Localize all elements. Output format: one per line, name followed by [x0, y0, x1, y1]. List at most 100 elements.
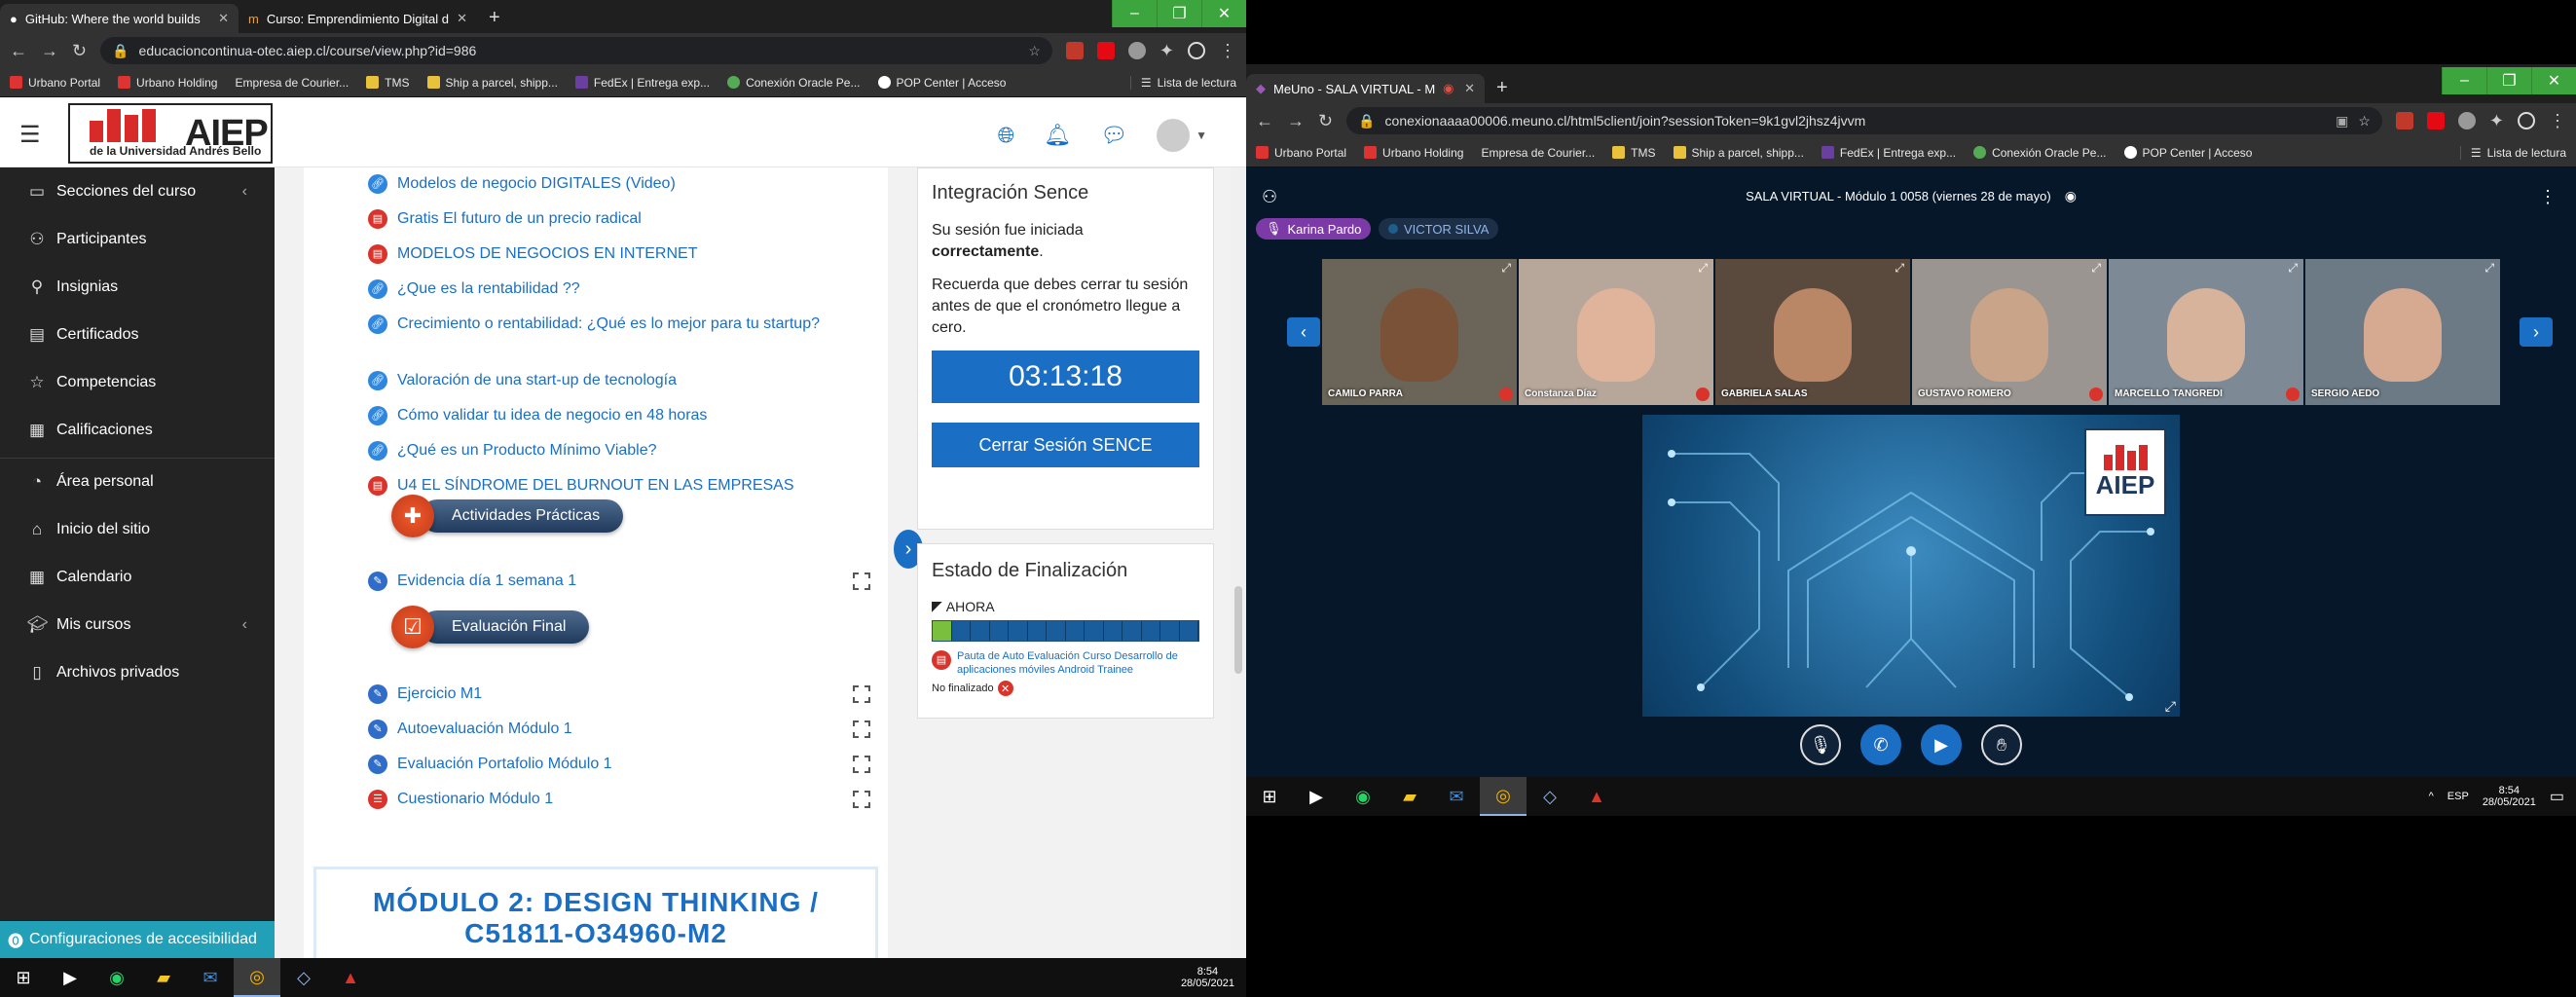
profile-icon[interactable] — [2518, 112, 2535, 129]
media-player-icon[interactable]: ▶ — [1293, 777, 1340, 816]
back-icon[interactable]: ← — [10, 41, 27, 61]
chevron-left-icon[interactable]: ‹ — [242, 616, 247, 634]
unmute-mic-button[interactable]: 🎙︎ — [1800, 724, 1841, 765]
bookmark[interactable]: Ship a parcel, shipp... — [426, 76, 558, 90]
activity-link[interactable]: ▤ U4 EL SÍNDROME DEL BURNOUT EN LAS EMPRE… — [368, 475, 816, 497]
forward-icon[interactable]: → — [41, 41, 58, 61]
reload-icon[interactable]: ↻ — [72, 41, 87, 61]
sidebar-item[interactable]: ▦ Calendario — [0, 553, 275, 601]
sidebar-item[interactable]: ☆ Competencias — [0, 358, 275, 406]
tray-chevron-icon[interactable]: ^ — [2429, 791, 2434, 802]
forward-icon[interactable]: → — [1287, 111, 1305, 131]
reading-list[interactable]: ☰ Lista de lectura — [1129, 75, 1236, 90]
webcam-tile[interactable]: ⤢ GABRIELA SALAS — [1715, 259, 1910, 405]
chrome-icon[interactable]: ◎ — [1480, 777, 1527, 816]
completion-checkbox[interactable] — [853, 572, 870, 590]
bookmark[interactable]: Conexión Oracle Pe... — [1973, 146, 2107, 160]
chevron-left-icon[interactable]: ‹ — [242, 183, 247, 201]
chat-icon[interactable]: 💬︎ — [1100, 123, 1127, 148]
activity-link[interactable]: ✎ Evaluación Portafolio Módulo 1 — [368, 754, 816, 775]
acrobat-icon[interactable]: ▲ — [327, 958, 374, 997]
bookmark[interactable]: Urbano Portal — [1256, 146, 1346, 160]
bookmark-star-icon[interactable]: ☆ — [1028, 43, 1041, 59]
activity-link[interactable]: 🔗︎ ¿Qué es un Producto Mínimo Viable? — [368, 440, 816, 462]
activity-link[interactable]: ✎ Autoevaluación Módulo 1 — [368, 719, 816, 740]
profile-icon[interactable] — [1188, 42, 1205, 59]
windows-start-icon[interactable]: ⊞ — [0, 958, 47, 997]
bookmark-star-icon[interactable]: ☆ — [2358, 113, 2371, 129]
puzzle-icon[interactable]: ✦ — [2489, 111, 2504, 131]
user-menu[interactable]: ▼ — [1157, 119, 1207, 152]
bookmark[interactable]: POP Center | Acceso — [877, 76, 1006, 90]
activity-link[interactable]: 🔗︎ Valoración de una start-up de tecnolog… — [368, 370, 816, 391]
completion-checkbox[interactable] — [853, 756, 870, 773]
app-icon[interactable]: ◇ — [280, 958, 327, 997]
language-indicator[interactable]: ESP — [2447, 791, 2469, 802]
close-window-icon[interactable]: ✕ — [2531, 67, 2576, 94]
tab-github[interactable]: ● GitHub: Where the world builds ✕ — [0, 4, 239, 33]
netflix-extension-icon[interactable] — [2426, 112, 2445, 129]
section-header-practicas[interactable]: ✚ Actividades Prácticas — [391, 495, 624, 537]
completion-checkbox[interactable] — [853, 791, 870, 808]
bookmark[interactable]: Ship a parcel, shipp... — [1673, 146, 1804, 160]
pdf-extension-icon[interactable] — [1065, 42, 1084, 59]
activity-link[interactable]: 🔗︎ ¿Que es la rentabilidad ?? — [368, 278, 816, 300]
address-bar[interactable]: 🔒 educacioncontinua-otec.aiep.cl/course/… — [100, 37, 1052, 64]
page-scrollbar[interactable] — [1231, 167, 1246, 958]
bookmark[interactable]: FedEx | Entrega exp... — [1821, 146, 1956, 160]
camera-button[interactable]: ▶ — [1921, 724, 1962, 765]
completion-checkbox[interactable] — [853, 685, 870, 703]
file-explorer-icon[interactable]: ▰ — [1386, 777, 1433, 816]
expand-icon[interactable]: ⤢ — [1698, 261, 1708, 276]
activity-link[interactable]: 🔗︎ Cómo validar tu idea de negocio en 48 … — [368, 405, 816, 426]
next-page-button[interactable]: › — [2520, 317, 2553, 347]
bookmark[interactable]: POP Center | Acceso — [2123, 146, 2252, 160]
expand-icon[interactable]: ⤢ — [1501, 261, 1511, 276]
sidebar-item[interactable]: ⚇ Participantes — [0, 215, 275, 263]
presenter-chip[interactable]: 🎙︎ Karina Pardo — [1256, 218, 1372, 240]
accessibility-settings-button[interactable]: ⓿ Configuraciones de accesibilidad — [0, 921, 275, 958]
puzzle-icon[interactable]: ✦ — [1159, 41, 1174, 61]
webcam-tile[interactable]: ⤢ MARCELLO TANGREDI — [2109, 259, 2303, 405]
section-header-final[interactable]: ☑ Evaluación Final — [391, 606, 590, 648]
expand-icon[interactable]: ⤢ — [1895, 261, 1904, 276]
prev-page-button[interactable]: ‹ — [1287, 317, 1320, 347]
close-sence-button[interactable]: Cerrar Sesión SENCE — [932, 423, 1199, 467]
activity-link[interactable]: ☰ Cuestionario Módulo 1 — [368, 789, 816, 810]
activity-link[interactable]: 🔗︎ Crecimiento o rentabilidad: ¿Qué es lo… — [329, 314, 835, 335]
netflix-extension-icon[interactable] — [1096, 42, 1115, 59]
close-tab-icon[interactable]: ✕ — [457, 11, 467, 26]
completion-item[interactable]: ▤ Pauta de Auto Evaluación Curso Desarro… — [932, 649, 1199, 677]
restore-icon[interactable]: ❐ — [1157, 0, 1201, 27]
pdf-extension-icon[interactable] — [2395, 112, 2413, 129]
webcam-tile[interactable]: ⤢ SERGIO AEDO — [2305, 259, 2500, 405]
aiep-logo[interactable]: AIEP de la Universidad Andrés Bello — [68, 103, 273, 164]
bookmark[interactable]: Urbano Holding — [118, 76, 217, 90]
sidebar-item[interactable]: ▯ Archivos privados — [0, 648, 275, 696]
bookmark[interactable]: Urbano Holding — [1364, 146, 1463, 160]
extension-icon[interactable] — [2457, 112, 2476, 129]
activity-link[interactable]: ✎ Ejercicio M1 — [368, 683, 816, 705]
bookmark[interactable]: FedEx | Entrega exp... — [574, 76, 710, 90]
media-player-icon[interactable]: ▶ — [47, 958, 93, 997]
file-explorer-icon[interactable]: ▰ — [140, 958, 187, 997]
tab-curso[interactable]: m Curso: Emprendimiento Digital d ✕ — [239, 4, 477, 33]
windows-start-icon[interactable]: ⊞ — [1246, 777, 1293, 816]
menu-dots-icon[interactable]: ⋮ — [1219, 41, 1236, 61]
outlook-icon[interactable]: ✉ — [187, 958, 234, 997]
sidebar-item[interactable]: ▭ Secciones del curso ‹ — [0, 167, 275, 215]
expand-icon[interactable]: ⤢ — [2288, 261, 2298, 276]
extension-icon[interactable] — [1127, 42, 1146, 59]
sidebar-item[interactable]: ▦ Calificaciones — [0, 406, 275, 454]
bookmark[interactable]: Conexión Oracle Pe... — [727, 76, 861, 90]
sidebar-item[interactable]: ▤ Certificados — [0, 311, 275, 358]
outlook-icon[interactable]: ✉ — [1433, 777, 1480, 816]
bookmark[interactable]: Urbano Portal — [10, 76, 100, 90]
bell-icon[interactable]: 🔔︎ — [1044, 123, 1071, 148]
whatsapp-icon[interactable]: ◉ — [93, 958, 140, 997]
hamburger-menu-icon[interactable]: ☰ — [19, 121, 41, 149]
record-status-icon[interactable]: ◉ — [2065, 188, 2077, 204]
activity-link[interactable]: ✎ Evidencia día 1 semana 1 — [368, 571, 816, 592]
notifications-icon[interactable]: ▭ — [2550, 787, 2564, 806]
activity-link[interactable]: 🔗︎ Modelos de negocio DIGITALES (Video) — [368, 173, 816, 195]
